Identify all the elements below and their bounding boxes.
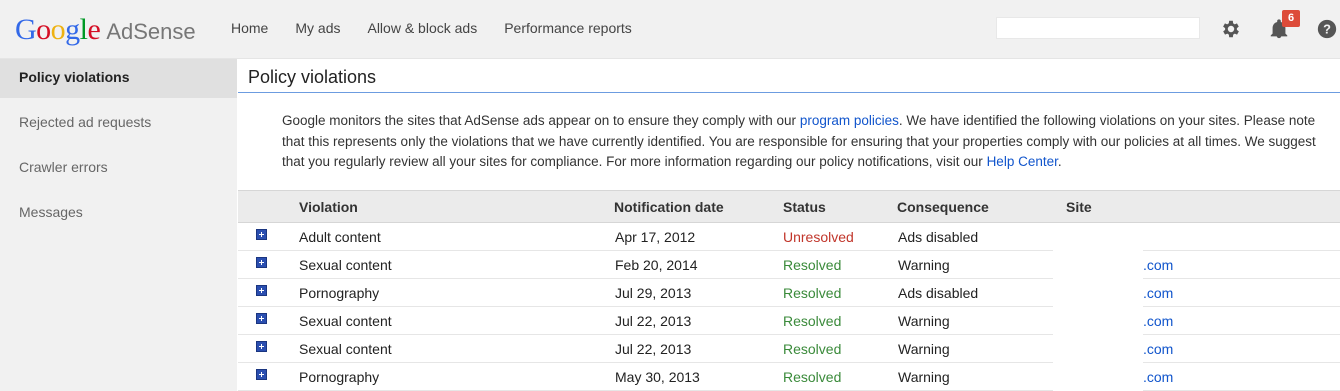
nav-allow-block-ads[interactable]: Allow & block ads bbox=[367, 20, 477, 36]
site-link[interactable]: .com bbox=[1143, 313, 1173, 329]
column-header-status[interactable]: Status bbox=[783, 199, 826, 215]
status-cell: Resolved bbox=[783, 341, 842, 357]
table-row: Sexual content Feb 20, 2014 Resolved Warnin… bbox=[238, 251, 1340, 279]
status-cell: Resolved bbox=[783, 369, 842, 385]
product-name: AdSense bbox=[106, 19, 196, 44]
site-link[interactable]: .com bbox=[1143, 369, 1173, 385]
site-link[interactable]: .com bbox=[1143, 285, 1173, 301]
table-row: Pornography May 30, 2013 Resolved Warning .c… bbox=[238, 363, 1340, 391]
left-sidebar: Policy violations Rejected ad requests C… bbox=[0, 59, 237, 391]
intro-text: Google monitors the sites that AdSense a… bbox=[282, 113, 1316, 169]
violation-cell: Sexual content bbox=[299, 257, 392, 273]
expand-plus-icon[interactable] bbox=[256, 313, 267, 324]
violation-cell: Sexual content bbox=[299, 341, 392, 357]
nav-my-ads[interactable]: My ads bbox=[295, 20, 340, 36]
main-content: Policy violations Google monitors the si… bbox=[238, 59, 1340, 391]
consequence-cell: Ads disabled bbox=[898, 229, 979, 245]
expand-plus-icon[interactable] bbox=[256, 285, 267, 296]
adsense-logo[interactable]: Google AdSense bbox=[15, 13, 196, 47]
column-header-consequence[interactable]: Consequence bbox=[897, 199, 989, 215]
settings-gear-icon[interactable] bbox=[1220, 18, 1242, 40]
sidebar-item-policy-violations[interactable]: Policy violations bbox=[0, 59, 237, 98]
top-header: Google AdSense Home My ads Allow & block… bbox=[0, 0, 1340, 59]
main-nav: Home My ads Allow & block ads Performanc… bbox=[231, 20, 659, 36]
table-row: Sexual content Jul 22, 2013 Resolved Warnin… bbox=[238, 335, 1340, 363]
notification-count-badge[interactable]: 6 bbox=[1282, 10, 1300, 27]
status-cell: Resolved bbox=[783, 285, 842, 301]
nav-home[interactable]: Home bbox=[231, 20, 268, 36]
violation-cell: Sexual content bbox=[299, 313, 392, 329]
column-header-site[interactable]: Site bbox=[1066, 199, 1092, 215]
table-row: Sexual content Jul 22, 2013 Resolved Warnin… bbox=[238, 307, 1340, 335]
consequence-cell: Warning bbox=[898, 341, 950, 357]
help-center-link[interactable]: Help Center bbox=[987, 154, 1058, 169]
table-row: Pornography Jul 29, 2013 Resolved Ads disab… bbox=[238, 279, 1340, 307]
consequence-cell: Warning bbox=[898, 313, 950, 329]
status-cell: Resolved bbox=[783, 257, 842, 273]
violation-cell: Adult content bbox=[299, 229, 381, 245]
column-header-notification-date[interactable]: Notification date bbox=[614, 199, 724, 215]
page-title: Policy violations bbox=[248, 67, 377, 87]
notification-date-cell: May 30, 2013 bbox=[615, 369, 700, 385]
notification-date-cell: Feb 20, 2014 bbox=[615, 257, 698, 273]
sidebar-item-messages[interactable]: Messages bbox=[0, 194, 237, 239]
table-row: Adult content Apr 17, 2012 Unresolved Ads d… bbox=[238, 223, 1340, 251]
svg-text:?: ? bbox=[1323, 22, 1331, 37]
consequence-cell: Warning bbox=[898, 369, 950, 385]
google-wordmark: Google bbox=[15, 13, 101, 46]
sidebar-item-crawler-errors[interactable]: Crawler errors bbox=[0, 149, 237, 194]
status-cell: Resolved bbox=[783, 313, 842, 329]
help-icon[interactable]: ? bbox=[1316, 18, 1338, 40]
consequence-cell: Ads disabled bbox=[898, 285, 979, 301]
notification-date-cell: Apr 17, 2012 bbox=[615, 229, 696, 245]
expand-plus-icon[interactable] bbox=[256, 369, 267, 380]
nav-performance-reports[interactable]: Performance reports bbox=[504, 20, 632, 36]
expand-plus-icon[interactable] bbox=[256, 341, 267, 352]
table-header: Violation Notification date Status Conse… bbox=[238, 190, 1340, 223]
status-cell: Unresolved bbox=[783, 229, 854, 245]
notification-date-cell: Jul 22, 2013 bbox=[615, 313, 692, 329]
column-header-violation[interactable]: Violation bbox=[299, 199, 358, 215]
expand-plus-icon[interactable] bbox=[256, 229, 267, 240]
site-link[interactable]: .com bbox=[1143, 257, 1173, 273]
consequence-cell: Warning bbox=[898, 257, 950, 273]
sidebar-item-rejected-ad-requests[interactable]: Rejected ad requests bbox=[0, 104, 237, 149]
program-policies-link[interactable]: program policies bbox=[800, 113, 899, 128]
title-divider bbox=[238, 92, 1340, 93]
search-input[interactable] bbox=[996, 17, 1200, 39]
violation-cell: Pornography bbox=[299, 285, 380, 301]
expand-plus-icon[interactable] bbox=[256, 257, 267, 268]
notification-date-cell: Jul 22, 2013 bbox=[615, 341, 692, 357]
site-link[interactable]: .com bbox=[1143, 341, 1173, 357]
violation-cell: Pornography bbox=[299, 369, 380, 385]
notification-date-cell: Jul 29, 2013 bbox=[615, 285, 692, 301]
